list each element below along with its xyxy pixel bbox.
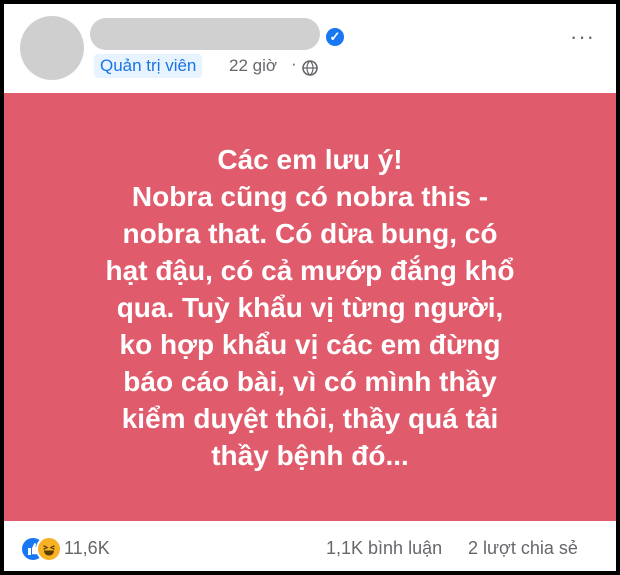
admin-role-badge: Quản trị viên — [94, 54, 203, 78]
banner-text: Các em lưu ý! Nobra cũng có nobra this -… — [100, 141, 520, 474]
avatar[interactable] — [20, 16, 84, 80]
post-card: ✓ Quản trị viên 22 giờ · ··· Các em lưu … — [4, 4, 616, 571]
reaction-count[interactable]: 11,6K — [64, 538, 110, 559]
shares-count[interactable]: 2 lượt chia sẻ — [468, 538, 578, 559]
haha-icon — [36, 536, 62, 562]
more-options-button[interactable]: ··· — [570, 24, 595, 50]
separator-dot: · — [291, 54, 297, 73]
author-name-redacted[interactable] — [90, 18, 320, 50]
verified-badge-icon: ✓ — [326, 28, 344, 46]
post-time[interactable]: 22 giờ — [229, 56, 277, 76]
globe-icon — [302, 60, 318, 76]
banner-line-1: Các em lưu ý! — [217, 143, 403, 175]
banner-line-2: Nobra cũng có nobra this - nobra that. C… — [105, 180, 515, 471]
comments-count[interactable]: 1,1K bình luận — [326, 538, 442, 559]
text-banner: Các em lưu ý! Nobra cũng có nobra this -… — [4, 93, 616, 521]
